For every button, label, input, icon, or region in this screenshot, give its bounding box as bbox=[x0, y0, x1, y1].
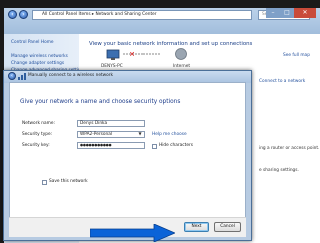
dialog-title: Manually connect to a wireless network bbox=[28, 73, 114, 78]
globe-icon bbox=[175, 48, 187, 60]
security-type-select[interactable]: WPA2-Personal ▼ bbox=[77, 131, 145, 138]
dialog-body: Give your network a name and choose secu… bbox=[9, 82, 246, 229]
cancel-button[interactable]: Cancel bbox=[214, 222, 241, 232]
page-heading: View your basic network information and … bbox=[89, 41, 253, 47]
address-bar[interactable]: All Control Panel Items ▸ Network and Sh… bbox=[32, 10, 252, 20]
sidebar-item-adapter-settings[interactable]: Change adapter settings bbox=[11, 61, 64, 66]
sidebar-item-manage-wireless[interactable]: Manage wireless networks bbox=[11, 54, 68, 59]
back-button[interactable]: ‹ bbox=[8, 10, 17, 19]
connect-network-link[interactable]: Connect to a network bbox=[259, 79, 305, 84]
control-panel-home-link[interactable]: Control Panel Home bbox=[11, 40, 54, 45]
maximize-button[interactable]: □ bbox=[280, 8, 294, 18]
sharing-text: e sharing settings. bbox=[259, 168, 299, 173]
see-full-map-link[interactable]: See full map bbox=[283, 53, 310, 58]
computer-name: DENYS-PC bbox=[101, 64, 123, 69]
hide-characters-label: Hide characters bbox=[159, 143, 193, 148]
network-name-label: Network name: bbox=[22, 121, 55, 126]
setup-text: ing a router or access point. bbox=[259, 146, 320, 151]
disconnected-x-icon: ✕ bbox=[129, 51, 135, 59]
chevron-down-icon[interactable]: ▼ bbox=[137, 132, 143, 137]
save-network-checkbox[interactable] bbox=[42, 180, 47, 185]
dialog-heading: Give your network a name and choose secu… bbox=[20, 99, 181, 105]
security-key-label: Security key: bbox=[22, 143, 50, 148]
annotation-arrow-icon bbox=[90, 224, 175, 242]
close-button[interactable]: ✕ bbox=[294, 8, 316, 18]
wireless-network-icon bbox=[18, 73, 26, 80]
network-name-input[interactable]: Denys Dinka bbox=[77, 120, 145, 127]
internet-label: Internet bbox=[173, 64, 191, 69]
manual-connect-dialog: ‹ Manually connect to a wireless network… bbox=[3, 70, 252, 241]
forward-button[interactable]: › bbox=[19, 10, 28, 19]
minimize-button[interactable]: – bbox=[266, 8, 280, 18]
dialog-back-button[interactable]: ‹ bbox=[8, 72, 16, 80]
security-type-value: WPA2-Personal bbox=[80, 132, 113, 137]
security-key-input[interactable]: ●●●●●●●●●●● bbox=[77, 142, 145, 149]
next-button[interactable]: Next bbox=[184, 222, 209, 232]
hide-characters-checkbox[interactable] bbox=[152, 144, 157, 149]
security-type-label: Security type: bbox=[22, 132, 53, 137]
computer-icon bbox=[106, 49, 120, 59]
save-network-label: Save this network bbox=[49, 179, 88, 184]
help-me-choose-link[interactable]: Help me choose bbox=[152, 132, 187, 137]
